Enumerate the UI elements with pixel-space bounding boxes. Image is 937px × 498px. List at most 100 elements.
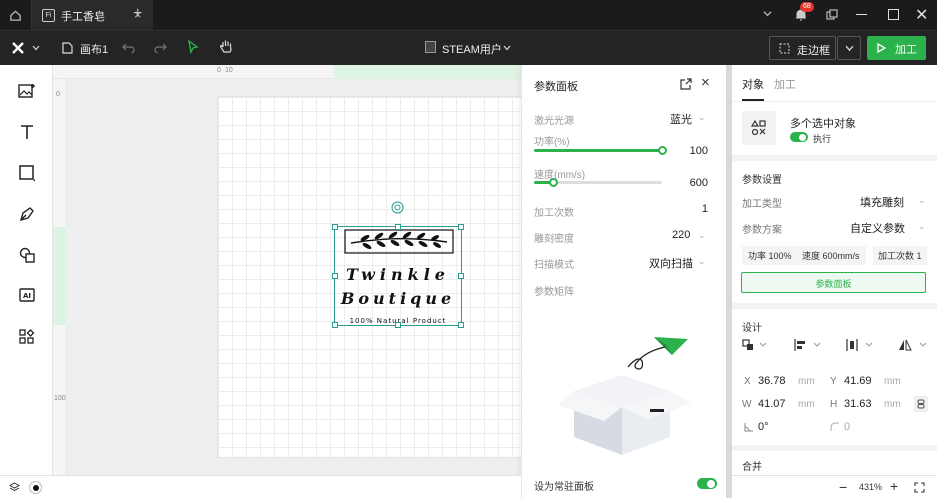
resize-handle[interactable] xyxy=(395,322,401,328)
resize-handle[interactable] xyxy=(458,322,464,328)
tab-app-icon: Fi xyxy=(42,9,55,22)
ruler-tick-label: 0 xyxy=(56,91,60,98)
laser-source-value: 蓝光 xyxy=(670,114,692,126)
play-icon xyxy=(877,43,886,53)
new-tab-icon[interactable]: + xyxy=(133,5,142,23)
minimize-icon[interactable] xyxy=(856,14,867,15)
zoom-level[interactable]: 431% xyxy=(859,482,882,492)
color-dot-icon[interactable] xyxy=(29,481,42,494)
shapes-library-icon[interactable] xyxy=(16,244,38,266)
section-separator xyxy=(732,303,937,309)
scan-mode-select[interactable]: 双向扫描 ⌄ xyxy=(647,254,717,270)
x-value[interactable]: 36.78 xyxy=(758,375,786,387)
align-objects-icon[interactable] xyxy=(742,339,768,354)
notification-button[interactable]: 68 xyxy=(792,2,814,24)
speed-slider[interactable] xyxy=(534,178,662,187)
passes-value[interactable]: 1 xyxy=(702,203,708,215)
scan-mode-label: 扫描模式 xyxy=(534,260,574,271)
maximize-icon[interactable] xyxy=(888,9,899,20)
param-panel-button[interactable]: 参数面板 xyxy=(741,272,926,293)
properties-panel: 对象 加工 多个选中对象 执行 参数设置 加工类型 填充雕刻 ⌄ 参数方案 自定… xyxy=(732,65,937,498)
execute-toggle[interactable] xyxy=(790,132,808,142)
speed-slider-knob[interactable] xyxy=(549,178,558,187)
layers-icon[interactable] xyxy=(8,482,21,496)
corner-radius-value[interactable]: 0 xyxy=(844,421,850,433)
tab-process[interactable]: 加工 xyxy=(774,76,796,92)
undo-icon[interactable] xyxy=(122,41,135,56)
param-scheme-select[interactable]: 自定义参数 ⌄ xyxy=(844,219,932,235)
align-left-icon[interactable] xyxy=(794,339,822,354)
process-button[interactable]: 加工 xyxy=(867,36,926,60)
resize-handle[interactable] xyxy=(458,224,464,230)
rotation-value[interactable]: 0° xyxy=(758,421,769,433)
power-slider-knob[interactable] xyxy=(658,146,667,155)
shape-tool-icon[interactable] xyxy=(16,162,38,184)
rotate-handle-icon[interactable] xyxy=(391,201,404,217)
distribute-icon[interactable] xyxy=(846,339,874,354)
home-icon[interactable] xyxy=(0,0,30,30)
power-value[interactable]: 100 xyxy=(690,145,708,157)
hand-tool-icon[interactable] xyxy=(219,39,233,57)
selected-artwork[interactable]: Twinkle Boutique 100% Natural Product xyxy=(332,224,464,328)
left-tool-panel: AI xyxy=(0,65,53,475)
zoom-in-icon[interactable]: + xyxy=(890,478,898,494)
export-icon[interactable] xyxy=(680,78,692,93)
frame-button[interactable]: 走边框 xyxy=(769,36,836,60)
process-type-label: 加工类型 xyxy=(742,199,782,210)
density-label: 雕刻密度 xyxy=(534,234,574,245)
pen-tool-icon[interactable] xyxy=(16,203,38,225)
zoom-out-icon[interactable]: − xyxy=(839,479,847,495)
design-canvas[interactable]: Twinkle Boutique 100% Natural Product xyxy=(67,79,521,475)
text-tool-icon[interactable] xyxy=(16,121,38,143)
tab-object[interactable]: 对象 xyxy=(742,76,764,92)
h-value[interactable]: 31.63 xyxy=(844,398,872,410)
param-panel-button-label: 参数面板 xyxy=(815,279,852,289)
close-panel-icon[interactable]: × xyxy=(701,74,710,91)
y-label: Y xyxy=(830,376,837,387)
select-tool-icon[interactable] xyxy=(187,39,199,57)
resize-handle[interactable] xyxy=(332,322,338,328)
redo-icon[interactable] xyxy=(154,41,167,56)
density-select[interactable]: 220 ⌄ xyxy=(662,228,717,242)
frame-options-button[interactable] xyxy=(837,36,861,60)
ai-tool-icon[interactable]: AI xyxy=(16,285,38,307)
speed-value[interactable]: 600 xyxy=(690,177,708,189)
resize-handle[interactable] xyxy=(395,224,401,230)
resize-handle[interactable] xyxy=(458,273,464,279)
flip-icon[interactable] xyxy=(898,339,928,354)
section-separator xyxy=(732,445,937,451)
y-value[interactable]: 41.69 xyxy=(844,375,872,387)
device-name: STEAM用户 xyxy=(442,44,502,56)
lock-ratio-icon[interactable] xyxy=(914,396,928,412)
chevron-down-icon[interactable] xyxy=(762,8,773,22)
ruler-highlight xyxy=(53,227,67,325)
power-slider[interactable] xyxy=(534,146,667,155)
object-type-icon xyxy=(742,111,776,145)
speed-chip: 速度 600mm/s xyxy=(796,246,866,265)
windows-icon[interactable] xyxy=(826,9,838,24)
chevron-down-icon: ⌄ xyxy=(918,221,926,231)
process-type-select[interactable]: 填充雕刻 ⌄ xyxy=(852,193,932,209)
resize-handle[interactable] xyxy=(332,224,338,230)
resize-handle[interactable] xyxy=(332,273,338,279)
design-title: 设计 xyxy=(742,323,762,334)
apps-icon[interactable] xyxy=(16,326,38,348)
w-unit: mm xyxy=(798,399,815,410)
w-value[interactable]: 41.07 xyxy=(758,398,786,410)
frame-icon xyxy=(779,43,790,54)
chevron-down-icon: ⌄ xyxy=(918,195,926,205)
param-settings-title: 参数设置 xyxy=(742,175,782,186)
param-matrix-label[interactable]: 参数矩阵 xyxy=(534,283,574,298)
chevron-down-icon xyxy=(845,45,854,52)
pin-panel-label: 设为常驻面板 xyxy=(534,482,594,493)
chevron-down-icon: ⌄ xyxy=(698,256,706,266)
fit-screen-icon[interactable] xyxy=(914,482,925,496)
notification-badge: 68 xyxy=(800,2,814,12)
close-window-icon[interactable]: ✕ xyxy=(915,5,928,25)
app-menu-button[interactable] xyxy=(10,40,44,56)
laser-source-select[interactable]: 蓝光 ⌄ xyxy=(662,110,717,126)
param-panel-title: 参数面板 xyxy=(534,81,578,93)
image-tool-icon[interactable] xyxy=(16,80,38,102)
pin-panel-toggle[interactable] xyxy=(697,478,717,489)
device-icon xyxy=(425,41,436,53)
